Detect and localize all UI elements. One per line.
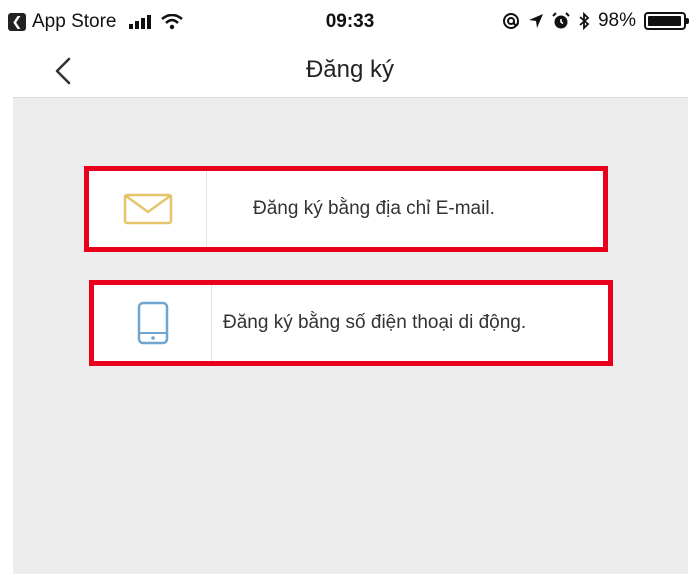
email-icon-cell xyxy=(89,171,207,247)
status-right: 98% xyxy=(502,10,689,32)
register-phone-button[interactable]: Đăng ký bằng số điện thoại di động. xyxy=(89,280,613,366)
status-bar: ❮ App Store 09:33 98% xyxy=(0,0,700,46)
register-email-label: Đăng ký bằng địa chỉ E-mail. xyxy=(253,198,495,219)
registration-options: Đăng ký bằng địa chỉ E-mail. Đăng ký bằn… xyxy=(13,97,688,574)
battery-percentage: 98% xyxy=(597,10,636,31)
mobile-phone-icon xyxy=(137,301,168,345)
navigation-bar: Đăng ký xyxy=(0,46,700,96)
battery-icon xyxy=(644,12,689,30)
register-phone-label: Đăng ký bằng số điện thoại di động. xyxy=(223,312,527,333)
page-title: Đăng ký xyxy=(305,56,395,83)
envelope-icon xyxy=(123,193,172,225)
alarm-icon xyxy=(552,12,570,29)
phone-icon-cell xyxy=(94,285,212,361)
register-email-button[interactable]: Đăng ký bằng địa chỉ E-mail. xyxy=(84,166,608,252)
location-arrow-icon xyxy=(528,14,543,28)
at-sign-icon xyxy=(502,13,519,29)
bluetooth-icon xyxy=(579,12,590,30)
